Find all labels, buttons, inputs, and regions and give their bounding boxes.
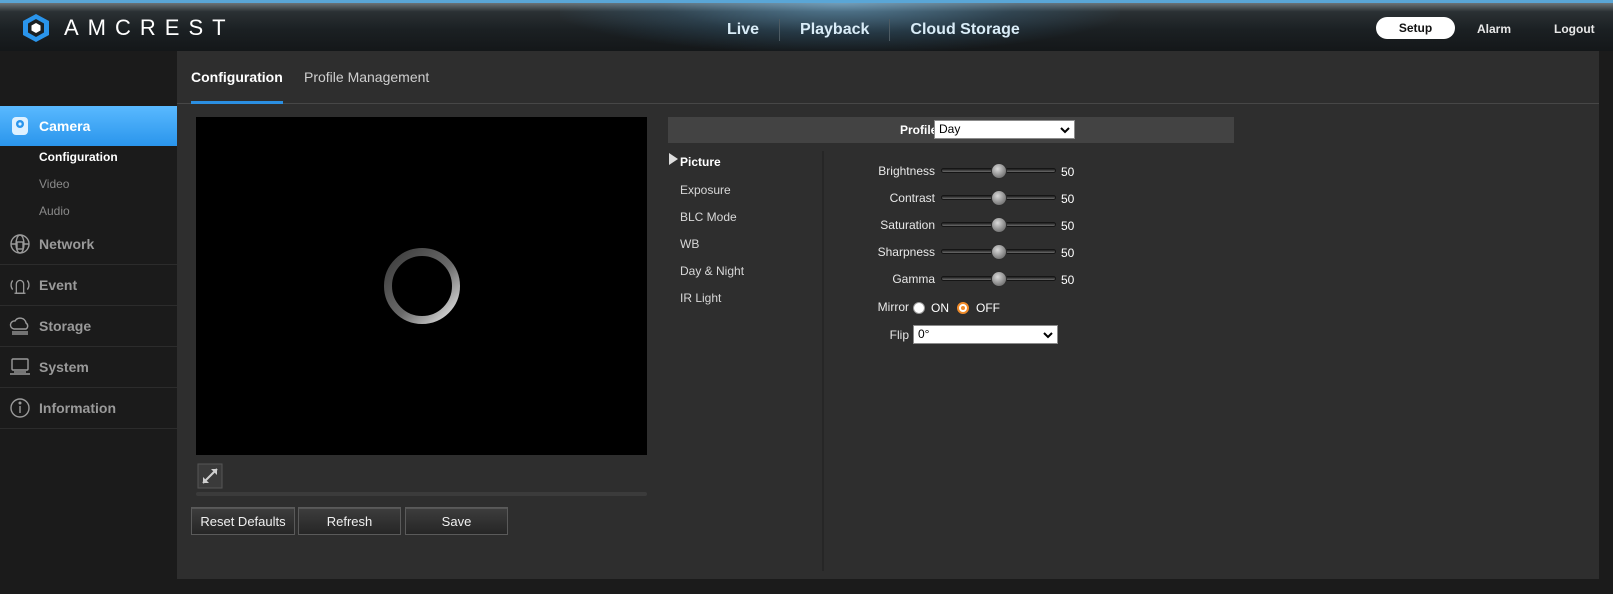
menu-item-day-night[interactable]: Day & Night [680,264,744,278]
nav-playback[interactable]: Playback [800,21,869,39]
caret-right-icon [669,153,678,165]
sidebar-subitem-configuration[interactable]: Configuration [39,150,118,164]
nav-cloud-storage[interactable]: Cloud Storage [910,21,1019,39]
tab-bar: Configuration Profile Management [177,51,1599,104]
fullscreen-icon[interactable] [197,463,223,489]
slider-thumb[interactable] [991,271,1007,287]
sidebar-item-label: Event [39,277,78,293]
alarm-link[interactable]: Alarm [1477,22,1511,36]
sidebar-item-information[interactable]: Information [0,388,177,429]
profile-label: Profile [900,123,938,137]
event-icon [9,274,31,296]
profile-select-value: Day [939,122,961,136]
sidebar-item-label: Information [39,400,116,416]
saturation-slider[interactable] [941,217,1056,233]
mirror-off-radio[interactable] [957,302,969,314]
slider-thumb[interactable] [991,163,1007,179]
sidebar-item-system[interactable]: System [0,347,177,388]
sidebar-item-network[interactable]: Network [0,224,177,265]
brightness-value: 50 [1061,165,1075,179]
sidebar-item-storage[interactable]: Storage [0,306,177,347]
contrast-value: 50 [1061,192,1075,206]
chevron-down-icon [1043,332,1053,339]
storage-icon [9,315,31,337]
sharpness-label: Sharpness [877,245,935,259]
camera-icon [9,115,31,137]
gamma-slider[interactable] [941,271,1056,287]
mirror-on-label: ON [931,301,949,315]
information-icon [9,397,31,419]
amcrest-logo-icon [23,14,49,42]
refresh-button[interactable]: Refresh [298,507,401,535]
gamma-label: Gamma [892,272,935,286]
sidebar: Camera Configuration Video Audio Network… [0,51,186,594]
contrast-slider[interactable] [941,190,1056,206]
gamma-value: 50 [1061,273,1075,287]
brightness-label: Brightness [878,164,935,178]
main-nav: Live Playback Cloud Storage [727,19,1020,41]
nav-divider [779,19,781,41]
sharpness-value: 50 [1061,246,1075,260]
setup-button[interactable]: Setup [1376,17,1455,39]
sidebar-item-label: Storage [39,318,92,334]
brightness-slider[interactable] [941,163,1056,179]
profile-bar: Profile Day [668,117,1234,143]
slider-thumb[interactable] [991,217,1007,233]
profile-select[interactable]: Day [934,120,1075,139]
saturation-value: 50 [1061,219,1075,233]
slider-thumb[interactable] [991,244,1007,260]
slider-thumb[interactable] [991,190,1007,206]
flip-select-value: 0° [918,327,930,341]
sidebar-subitem-audio[interactable]: Audio [39,204,70,218]
active-tab-indicator [191,101,283,104]
saturation-label: Saturation [880,218,935,232]
content-panel: Configuration Profile Management Reset D… [177,51,1599,579]
top-bar: AMCREST Live Playback Cloud Storage Setu… [0,0,1613,51]
video-progress-bar [196,492,647,496]
menu-item-blc-mode[interactable]: BLC Mode [680,210,737,224]
menu-item-ir-light[interactable]: IR Light [680,291,721,305]
system-icon [9,356,31,378]
sidebar-subitem-video[interactable]: Video [39,177,69,191]
mirror-off-label: OFF [976,301,1000,315]
sidebar-item-camera[interactable]: Camera [0,106,186,146]
sharpness-slider[interactable] [941,244,1056,260]
menu-item-picture[interactable]: Picture [680,155,721,169]
tab-profile-management[interactable]: Profile Management [304,69,429,85]
contrast-label: Contrast [889,191,935,205]
video-preview[interactable] [196,117,647,455]
network-icon [9,233,31,255]
sidebar-item-label: Network [39,236,95,252]
brand-name: AMCREST [64,15,235,40]
sidebar-item-label: Camera [39,118,91,134]
mirror-on-radio[interactable] [913,302,925,314]
flip-label: Flip [889,328,909,342]
reset-defaults-button[interactable]: Reset Defaults [191,507,295,535]
menu-item-wb[interactable]: WB [680,237,699,251]
loading-spinner-icon [384,248,460,324]
menu-item-exposure[interactable]: Exposure [680,183,731,197]
nav-live[interactable]: Live [727,21,759,39]
sidebar-item-event[interactable]: Event [0,265,177,306]
save-button[interactable]: Save [405,507,508,535]
sidebar-item-label: System [39,359,89,375]
flip-select[interactable]: 0° [913,325,1058,344]
chevron-down-icon [1060,127,1070,134]
logo: AMCREST [22,13,235,43]
mirror-label: Mirror [877,300,909,314]
nav-divider [889,19,891,41]
tab-configuration[interactable]: Configuration [191,69,283,85]
logout-link[interactable]: Logout [1554,22,1595,36]
settings-menu: Picture Exposure BLC Mode WB Day & Night… [668,151,824,571]
